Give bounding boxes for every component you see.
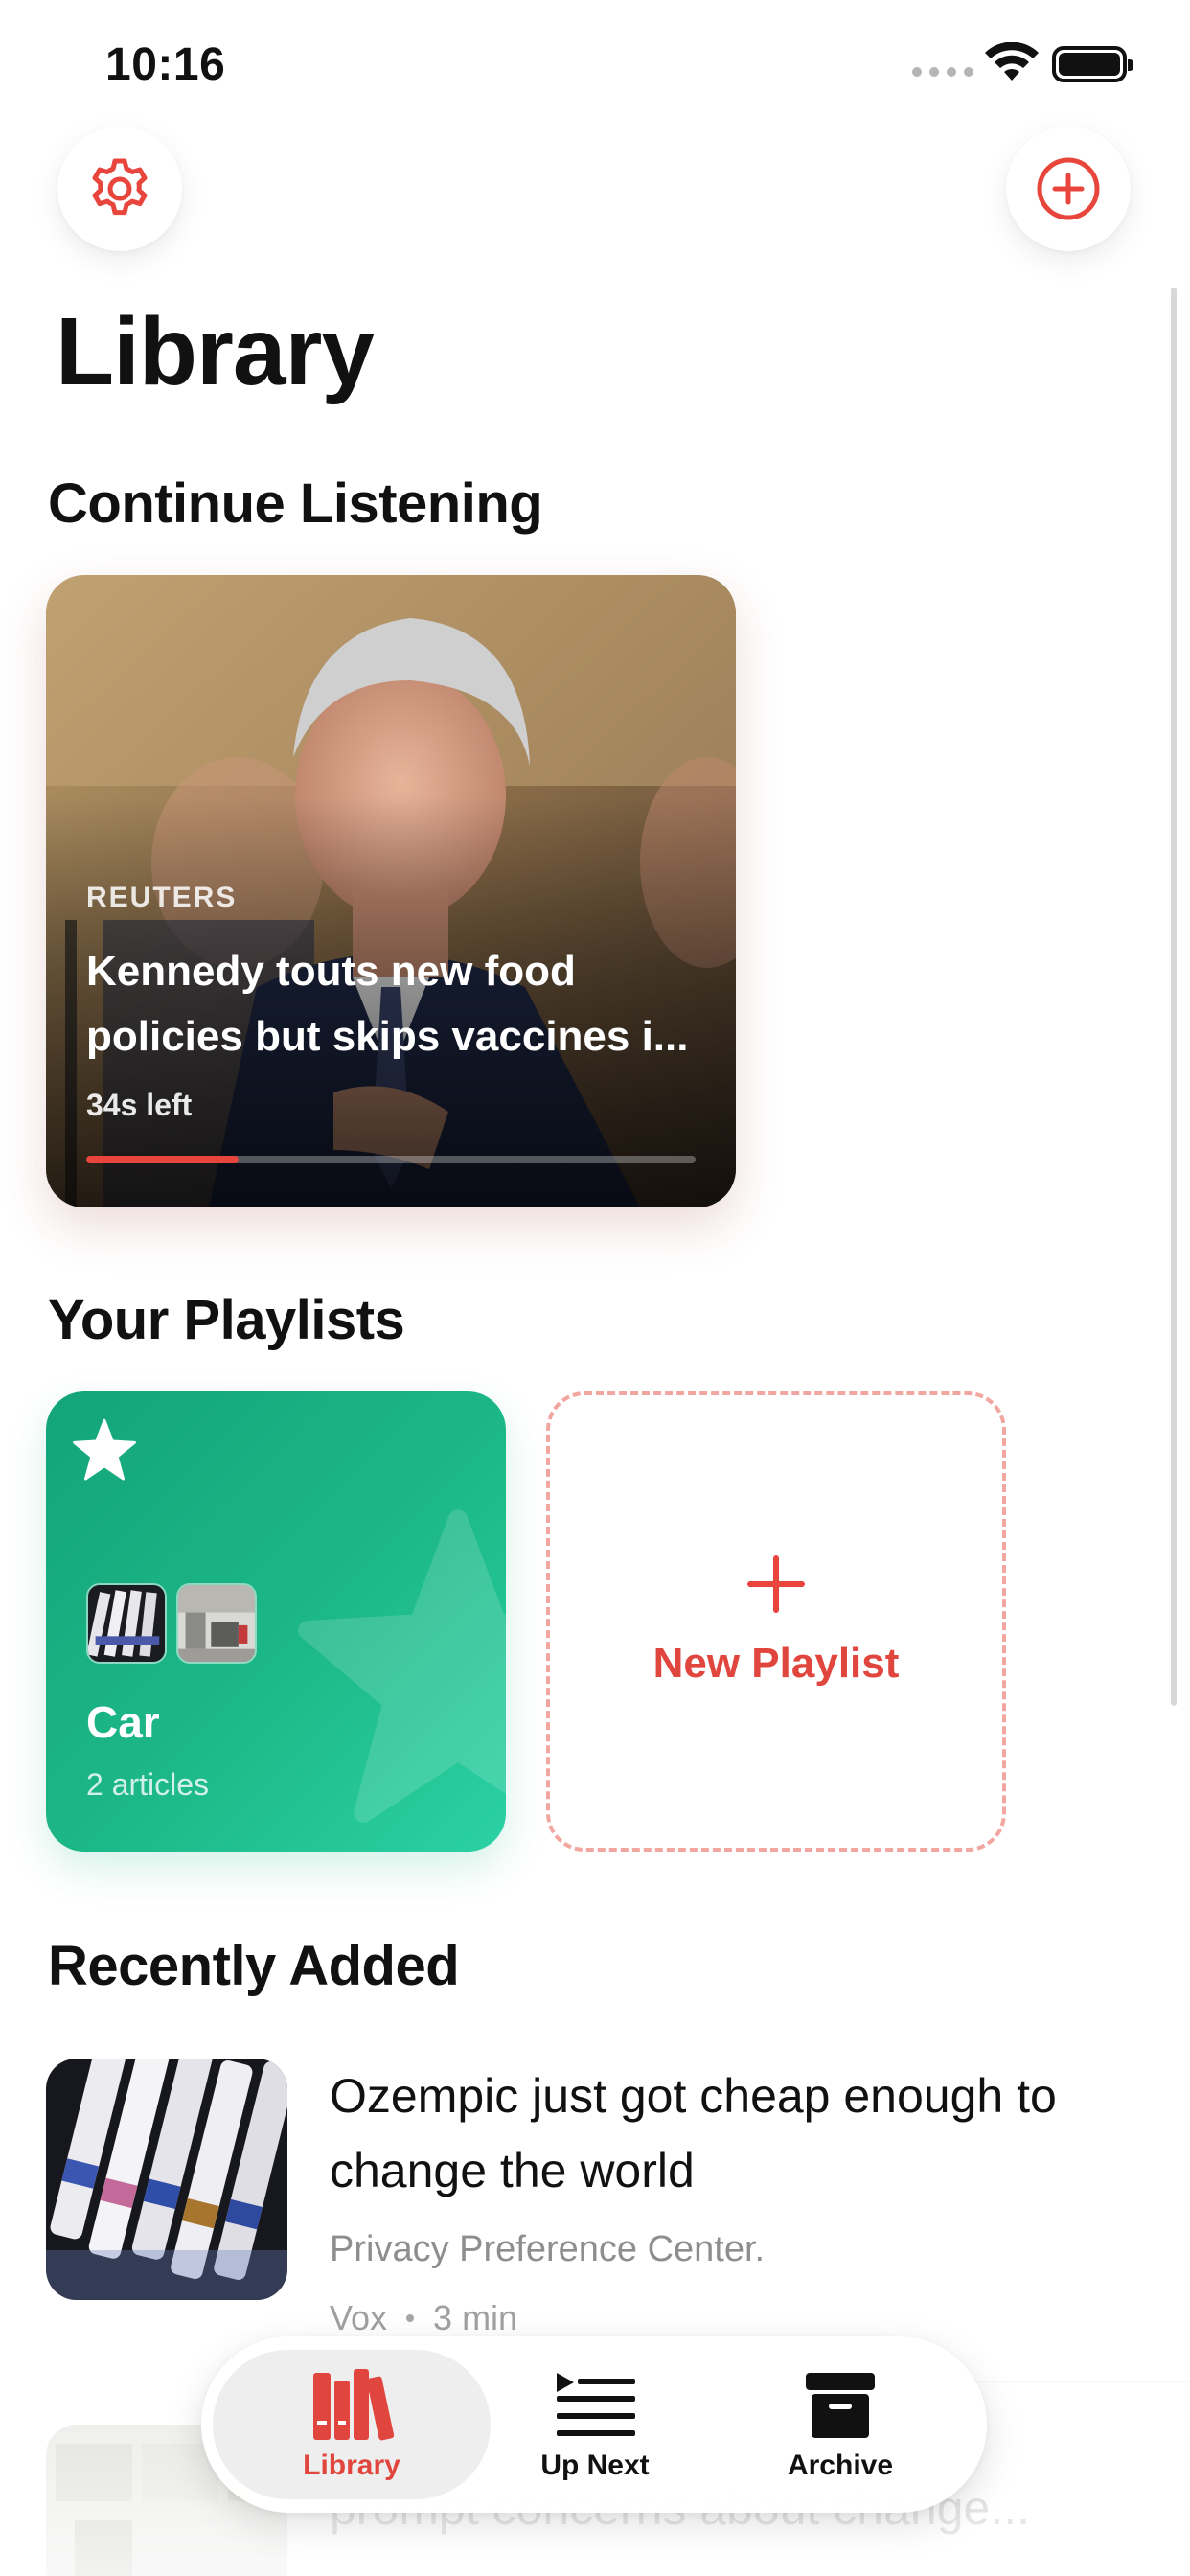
library-books-icon — [313, 2369, 395, 2441]
tab-archive[interactable]: Archive — [711, 2336, 970, 2513]
status-bar: 10:16 — [0, 0, 1190, 134]
playlist-thumbnail — [86, 1583, 167, 1664]
playback-progress-bar — [86, 1156, 696, 1163]
article-description: Privacy Preference Center. — [330, 2229, 766, 2269]
tab-archive-label: Archive — [787, 2450, 894, 2481]
tab-library-label: Library — [303, 2450, 400, 2481]
status-time: 10:16 — [105, 39, 226, 90]
your-playlists-heading: Your Playlists — [48, 1289, 405, 1351]
article-meta: Vox 3 min — [330, 2298, 517, 2338]
star-icon — [73, 1418, 136, 1481]
continue-listening-card[interactable]: REUTERS Kennedy touts new food policies … — [46, 575, 736, 1208]
article-thumbnail — [46, 2058, 287, 2300]
article-source: Vox — [330, 2298, 388, 2337]
gear-icon — [92, 158, 148, 216]
continue-listening-heading: Continue Listening — [48, 472, 543, 535]
article-duration: 3 min — [433, 2298, 518, 2337]
playlist-thumbnails — [86, 1583, 257, 1664]
card-title: Kennedy touts new food policies but skip… — [86, 948, 689, 1060]
new-playlist-label: New Playlist — [652, 1640, 900, 1687]
wifi-icon — [985, 42, 1039, 80]
page-title: Library — [56, 298, 375, 405]
scrollbar[interactable] — [1171, 288, 1177, 1706]
battery-icon — [1052, 46, 1133, 82]
card-source: REUTERS — [86, 882, 238, 913]
settings-button[interactable] — [57, 126, 182, 251]
playlist-name: Car — [86, 1697, 160, 1747]
separator-dot — [406, 2314, 415, 2322]
plus-circle-icon — [1037, 157, 1100, 220]
playlist-article-count: 2 articles — [86, 1767, 210, 1802]
queue-list-icon — [557, 2373, 635, 2436]
tab-bar: Library Up Next Archive — [201, 2336, 987, 2513]
new-playlist-button[interactable]: New Playlist — [546, 1392, 1006, 1852]
playlist-card-car[interactable]: Car 2 articles — [46, 1392, 506, 1852]
add-button[interactable] — [1006, 126, 1131, 251]
archive-box-icon — [806, 2373, 875, 2438]
plus-icon — [747, 1555, 805, 1613]
card-time-left: 34s left — [86, 1088, 193, 1122]
tab-up-next-label: Up Next — [540, 2450, 650, 2481]
cellular-signal-icon — [912, 67, 973, 77]
star-watermark-icon — [298, 1509, 506, 1823]
recently-added-heading: Recently Added — [48, 1935, 460, 1997]
tab-up-next[interactable]: Up Next — [466, 2336, 724, 2513]
list-item[interactable]: Ozempic just got cheap enough to change … — [46, 2058, 1177, 2337]
article-title: Ozempic just got cheap enough to change … — [330, 2069, 1057, 2197]
playback-progress-fill — [86, 1156, 239, 1163]
playlist-thumbnail — [176, 1583, 257, 1664]
tab-library[interactable]: Library — [222, 2336, 481, 2513]
